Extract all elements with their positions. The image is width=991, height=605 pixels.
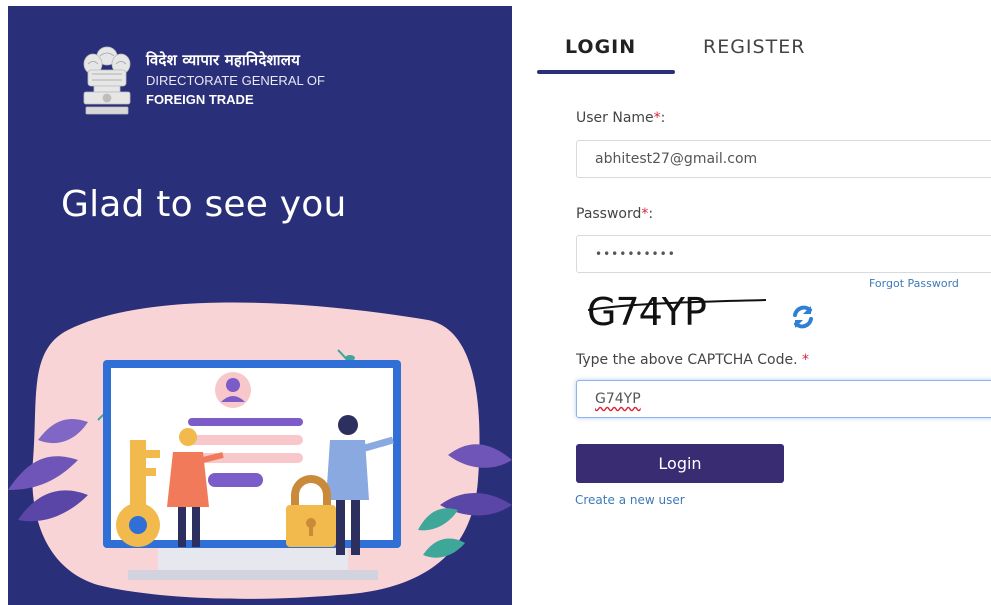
- create-user-link[interactable]: Create a new user: [575, 493, 685, 507]
- captcha-input-value: G74YP: [595, 391, 641, 407]
- captcha-required-mark: *: [802, 352, 810, 368]
- refresh-icon[interactable]: [787, 302, 819, 332]
- national-emblem-icon: [83, 46, 131, 115]
- login-button[interactable]: Login: [576, 444, 784, 483]
- branding-panel: विदेश व्यापार महानिदेशालय DIRECTORATE GE…: [8, 6, 512, 605]
- captcha-input[interactable]: G74YP: [576, 380, 991, 418]
- password-input[interactable]: ••••••••••: [576, 235, 991, 273]
- password-label-suffix: :: [648, 206, 654, 222]
- org-name-line1: DIRECTORATE GENERAL OF: [146, 73, 325, 88]
- tab-login[interactable]: LOGIN: [565, 36, 636, 58]
- username-label-text: User Name: [576, 110, 654, 126]
- captcha-label: Type the above CAPTCHA Code. *: [576, 352, 809, 368]
- username-label: User Name*:: [576, 110, 665, 126]
- captcha-label-text: Type the above CAPTCHA Code.: [576, 352, 798, 368]
- login-page: विदेश व्यापार महानिदेशालय DIRECTORATE GE…: [0, 0, 991, 605]
- username-required-mark: *: [653, 110, 661, 126]
- forgot-password-link[interactable]: Forgot Password: [869, 277, 959, 290]
- org-name-line2: FOREIGN TRADE: [146, 92, 254, 107]
- org-name-hindi: विदेश व्यापार महानिदेशालय: [146, 51, 301, 69]
- welcome-tagline: Glad to see you: [61, 184, 347, 225]
- password-label-text: Password: [576, 206, 642, 222]
- password-label: Password*:: [576, 206, 653, 222]
- username-input[interactable]: abhitest27@gmail.com: [576, 140, 991, 178]
- tab-register[interactable]: REGISTER: [703, 36, 805, 58]
- active-tab-indicator: [537, 70, 675, 74]
- captcha-noise-line: [588, 299, 766, 311]
- username-label-suffix: :: [660, 110, 666, 126]
- login-illustration: [8, 302, 512, 599]
